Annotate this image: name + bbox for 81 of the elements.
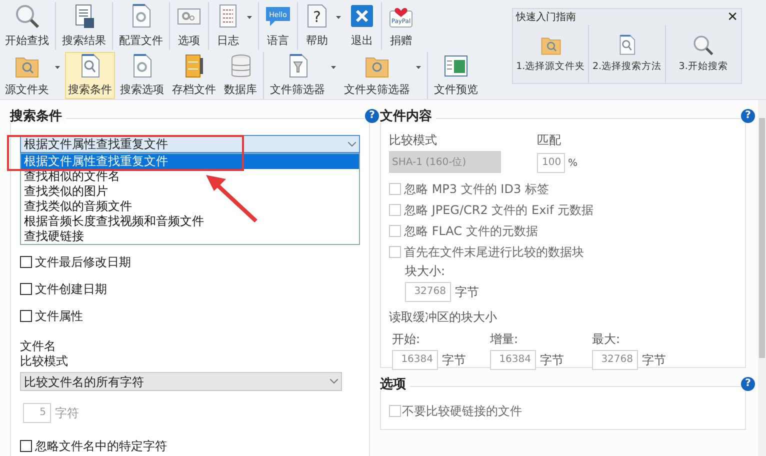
number-field[interactable]: 16384 [392, 350, 438, 370]
field-label: 增量: [490, 331, 520, 348]
unit-label: 字节 [642, 352, 666, 369]
checkbox[interactable] [20, 256, 32, 268]
toolbar-button[interactable]: 源文件夹 [2, 52, 52, 99]
quick-start-step[interactable]: 3.开始搜索 [666, 25, 741, 83]
toolbar-button[interactable]: 文件预览 [431, 52, 481, 99]
dropdown-option[interactable]: 查找类似的图片 [21, 184, 359, 199]
close-button[interactable]: ✕ [727, 10, 738, 24]
caret-icon [416, 66, 421, 69]
dropdown-option[interactable]: 查找相似的文件名 [21, 169, 359, 184]
quick-start-step[interactable]: 1.选择源文件夹 [513, 25, 590, 83]
checkbox-label: 忽略 MP3 文件的 ID3 标签 [404, 181, 549, 198]
caret-icon [55, 66, 60, 69]
magnifier-icon [692, 34, 714, 56]
checkbox[interactable] [20, 440, 32, 452]
checkbox-label: 忽略文件名中的特定字符 [35, 438, 167, 455]
magnifier-icon [14, 3, 40, 29]
number-field[interactable]: 32768 [592, 350, 638, 370]
number-field[interactable]: 16384 [490, 350, 536, 370]
scrollbar[interactable] [758, 100, 766, 456]
dropdown-option[interactable]: 查找类似的音频文件 [21, 199, 359, 214]
chevron-down-icon [330, 379, 338, 384]
field-label: 开始: [392, 331, 422, 348]
checkbox-label: 文件属性 [35, 308, 83, 325]
help-icon[interactable]: ? [365, 109, 379, 123]
caret-icon [331, 66, 336, 69]
method-dropdown[interactable]: 根据文件属性查找重复文件 [20, 135, 360, 153]
field-label: 比较模式 [389, 132, 438, 149]
unit-label: 字符 [55, 405, 79, 422]
scrollbar-thumb[interactable] [759, 118, 765, 358]
toolbar-button[interactable]: 选项 [173, 2, 205, 50]
picture-window-icon [443, 52, 469, 78]
toolbar-button[interactable]: 存档文件 [169, 52, 219, 99]
toolbar-button[interactable]: 数据库 [221, 52, 260, 99]
dropdown-option[interactable]: 根据文件属性查找重复文件 [21, 154, 359, 169]
dropdown-option[interactable]: 查找硬链接 [21, 229, 359, 244]
unit-label: % [568, 156, 578, 170]
unit-label: 字节 [455, 284, 479, 301]
toolbar-button[interactable]: 搜索选项 [117, 52, 167, 99]
unit-label: 字节 [442, 352, 466, 369]
toolbar-button[interactable]: 搜索结果 [59, 2, 109, 50]
compare-mode-dropdown[interactable]: 比较文件名的所有字符 [20, 372, 342, 391]
field-label: 文件名 [20, 339, 57, 354]
field-label: 读取缓冲区的块大小 [389, 309, 498, 326]
field-label: 最大: [592, 331, 622, 348]
caret-icon [336, 16, 341, 20]
field-label: 匹配 [537, 132, 562, 149]
unit-label: 字节 [540, 352, 564, 369]
checkbox[interactable] [20, 283, 32, 295]
number-field[interactable]: 100 [537, 153, 565, 173]
field-label: 比较模式 [20, 354, 69, 369]
dropdown-option[interactable]: 根据音频长度查找视频和音频文件 [21, 214, 359, 229]
help-icon[interactable]: ? [741, 109, 755, 123]
chevron-down-icon [348, 142, 356, 146]
field-label: 块大小: [405, 263, 446, 280]
toolbar-button[interactable]: ? 帮助 [301, 2, 333, 50]
checkbox[interactable] [20, 310, 32, 322]
quick-start-step[interactable]: 2.选择搜索方法 [589, 25, 666, 83]
toolbar-button[interactable]: 日志 [212, 2, 244, 50]
panel-title: 选项 [380, 378, 410, 390]
checkbox-label: 文件最后修改日期 [35, 254, 131, 271]
number-field[interactable]: 32768 [405, 282, 451, 302]
arrow-annotation [204, 173, 259, 223]
panel-title: 文件内容 [380, 110, 436, 122]
toolbar-button[interactable]: 退出 [346, 2, 378, 50]
caret-icon [247, 16, 252, 20]
toolbar-button[interactable]: 搜索条件 [65, 52, 115, 99]
panel-title: 快速入门指南 [516, 10, 576, 24]
close-icon [349, 3, 375, 29]
toolbar-button[interactable]: 文件筛选器 [267, 52, 328, 99]
help-icon[interactable]: ? [741, 377, 755, 391]
panel-title: 搜索条件 [10, 110, 66, 122]
checkbox-label: 不要比较硬链接的文件 [402, 403, 522, 420]
checkbox-label: 文件创建日期 [35, 281, 107, 298]
toolbar-button[interactable]: 文件夹筛选器 [341, 52, 413, 99]
toolbar-button[interactable]: 配置文件 [116, 2, 166, 50]
toolbar-button[interactable]: 开始查找 [2, 2, 52, 50]
checkbox-label: 首先在文件末尾进行比较的数据块 [404, 244, 584, 261]
checkbox-label: 忽略 FLAC 文件的元数据 [404, 223, 538, 240]
checkbox-label: 忽略 JPEG/CR2 文件的 Exif 元数据 [404, 202, 594, 219]
